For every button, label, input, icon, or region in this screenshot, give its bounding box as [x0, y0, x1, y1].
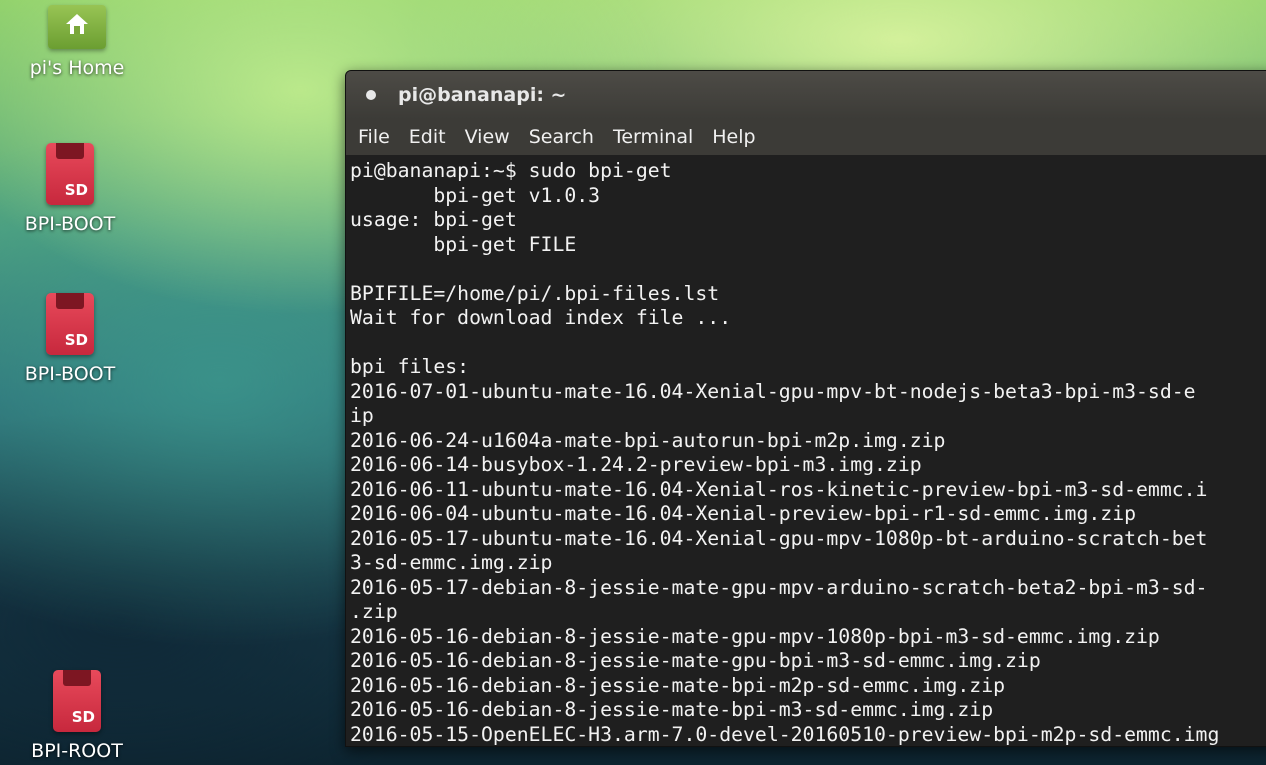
- terminal-line: 2016-05-17-debian-8-jessie-mate-gpu-mpv-…: [350, 575, 1208, 599]
- menu-help[interactable]: Help: [712, 126, 755, 148]
- terminal-output[interactable]: pi@bananapi:~$ sudo bpi-get bpi-get v1.0…: [346, 155, 1266, 746]
- terminal-line: bpi files:: [350, 355, 470, 378]
- terminal-line: 2016-06-04-ubuntu-mate-16.04-Xenial-prev…: [350, 502, 1137, 525]
- window-title: pi@bananapi: ~: [398, 84, 567, 106]
- menu-terminal[interactable]: Terminal: [613, 126, 693, 148]
- bpi-boot-drive-2[interactable]: SD BPI-BOOT: [5, 293, 135, 385]
- terminal-line: 2016-05-16-debian-8-jessie-mate-bpi-m3-s…: [350, 698, 994, 721]
- desktop-icon-label: pi's Home: [29, 57, 125, 79]
- terminal-line: pi@bananapi:~$ sudo bpi-get: [350, 159, 672, 182]
- bpi-root-drive[interactable]: SD BPI-ROOT: [12, 670, 142, 762]
- terminal-line: 2016-05-16-debian-8-jessie-mate-gpu-bpi-…: [350, 649, 1041, 672]
- terminal-line: ip: [350, 404, 374, 427]
- desktop-icon-label: BPI-BOOT: [24, 213, 116, 235]
- terminal-line: 2016-06-14-busybox-1.24.2-preview-bpi-m3…: [350, 453, 922, 476]
- home-icon: [66, 14, 88, 34]
- menu-edit[interactable]: Edit: [409, 126, 446, 148]
- close-dot-icon[interactable]: [366, 90, 376, 100]
- terminal-line: bpi-get FILE: [350, 232, 577, 256]
- terminal-line: 3-sd-emmc.img.zip: [350, 551, 553, 574]
- terminal-line: 2016-07-01-ubuntu-mate-16.04-Xenial-gpu-…: [350, 379, 1196, 403]
- menu-bar: File Edit View Search Terminal Help: [346, 119, 1266, 155]
- menu-view[interactable]: View: [465, 126, 510, 148]
- window-titlebar[interactable]: pi@bananapi: ~: [346, 71, 1266, 119]
- terminal-line: Wait for download index file ...: [350, 306, 732, 329]
- terminal-line: 2016-06-24-u1604a-mate-bpi-autorun-bpi-m…: [350, 428, 946, 452]
- menu-search[interactable]: Search: [529, 126, 594, 148]
- menu-file[interactable]: File: [358, 126, 390, 148]
- desktop-icon-label: BPI-BOOT: [24, 363, 116, 385]
- terminal-line: 2016-05-16-debian-8-jessie-mate-bpi-m2p-…: [350, 673, 1006, 697]
- bpi-boot-drive-1[interactable]: SD BPI-BOOT: [5, 143, 135, 235]
- terminal-line: .zip: [350, 600, 398, 623]
- sd-card-icon: SD: [53, 670, 101, 732]
- terminal-line: 2016-06-11-ubuntu-mate-16.04-Xenial-ros-…: [350, 477, 1208, 501]
- terminal-line: 2016-05-15-OpenELEC-H3.arm-7.0-devel-201…: [350, 722, 1220, 746]
- desktop-icon-label: BPI-ROOT: [31, 740, 123, 762]
- terminal-line: bpi-get v1.0.3: [350, 183, 601, 207]
- terminal-line: 2016-05-16-debian-8-jessie-mate-gpu-mpv-…: [350, 624, 1160, 648]
- terminal-line: 2016-05-17-ubuntu-mate-16.04-Xenial-gpu-…: [350, 526, 1208, 550]
- terminal-window[interactable]: pi@bananapi: ~ File Edit View Search Ter…: [345, 70, 1266, 747]
- folder-icon: [48, 5, 106, 49]
- sd-card-icon: SD: [46, 293, 94, 355]
- terminal-line: BPIFILE=/home/pi/.bpi-files.lst: [350, 281, 720, 305]
- home-folder-shortcut[interactable]: pi's Home: [12, 5, 142, 79]
- sd-card-icon: SD: [46, 143, 94, 205]
- terminal-line: usage: bpi-get: [350, 208, 517, 231]
